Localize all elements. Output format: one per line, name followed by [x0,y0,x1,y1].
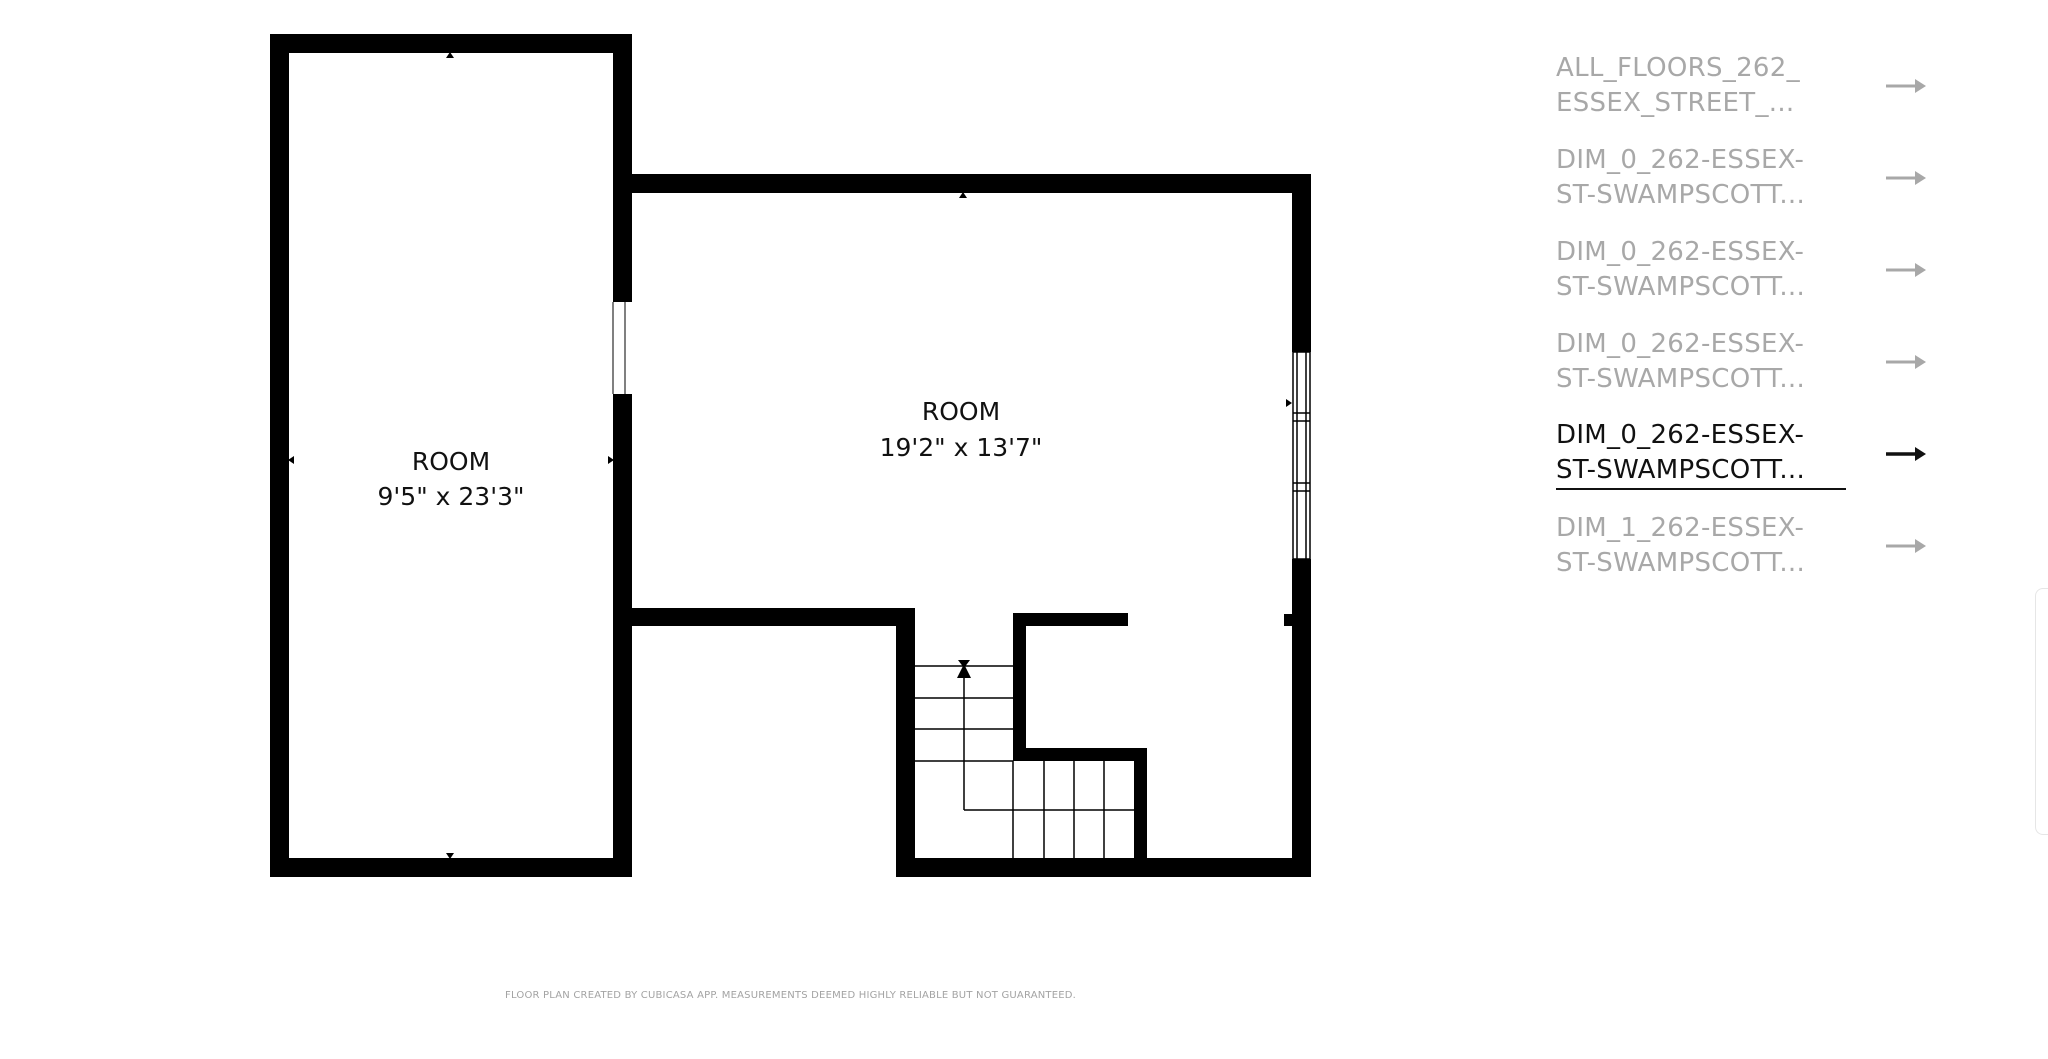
room-2-name: ROOM [922,397,1000,426]
room-2-walls [613,174,1311,877]
file-item-dim-0-c[interactable]: DIM_0_262-ESSEX- ST-SWAMPSCOTT... [1556,316,1936,408]
file-item-all-floors[interactable]: ALL_FLOORS_262_ ESSEX_STREET_... [1556,40,1936,132]
arrow-right-icon [1886,79,1926,93]
file-item-dim-0-b[interactable]: DIM_0_262-ESSEX- ST-SWAMPSCOTT... [1556,224,1936,316]
floor-plan-viewer: ROOM 9'5" x 23'3" ROOM 19'2" x 13'7" FLO… [0,0,2048,1059]
opening [612,302,626,394]
file-name: DIM_0_262-ESSEX- ST-SWAMPSCOTT... [1556,329,1806,394]
file-item-dim-0-active[interactable]: DIM_0_262-ESSEX- ST-SWAMPSCOTT... [1556,408,1936,500]
room-1-dimensions: 9'5" x 23'3" [378,482,525,511]
file-item-dim-1[interactable]: DIM_1_262-ESSEX- ST-SWAMPSCOTT... [1556,500,1936,592]
arrow-right-icon [1886,355,1926,369]
room-1-name: ROOM [412,447,490,476]
arrow-right-icon [1886,171,1926,185]
arrow-right-icon [1886,447,1926,461]
arrow-right-icon [1886,539,1926,553]
file-item-dim-0-a[interactable]: DIM_0_262-ESSEX- ST-SWAMPSCOTT... [1556,132,1936,224]
file-name: DIM_1_262-ESSEX- ST-SWAMPSCOTT... [1556,513,1806,578]
window [1292,351,1311,560]
room-2-dimensions: 19'2" x 13'7" [880,433,1043,462]
stairs-direction-arrow [957,660,971,678]
file-name: DIM_0_262-ESSEX- ST-SWAMPSCOTT... [1556,418,1846,490]
floor-plan-drawing: ROOM 9'5" x 23'3" ROOM 19'2" x 13'7" [270,34,1311,877]
file-name: ALL_FLOORS_262_ ESSEX_STREET_... [1556,53,1800,118]
plan-disclaimer: FLOOR PLAN CREATED BY CUBICASA APP. MEAS… [505,990,1077,1001]
arrow-right-icon [1886,263,1926,277]
file-list: ALL_FLOORS_262_ ESSEX_STREET_... DIM_0_2… [1556,40,1936,592]
file-name: DIM_0_262-ESSEX- ST-SWAMPSCOTT... [1556,145,1806,210]
file-name: DIM_0_262-ESSEX- ST-SWAMPSCOTT... [1556,237,1806,302]
scrollbar-thumb[interactable] [2035,588,2048,835]
